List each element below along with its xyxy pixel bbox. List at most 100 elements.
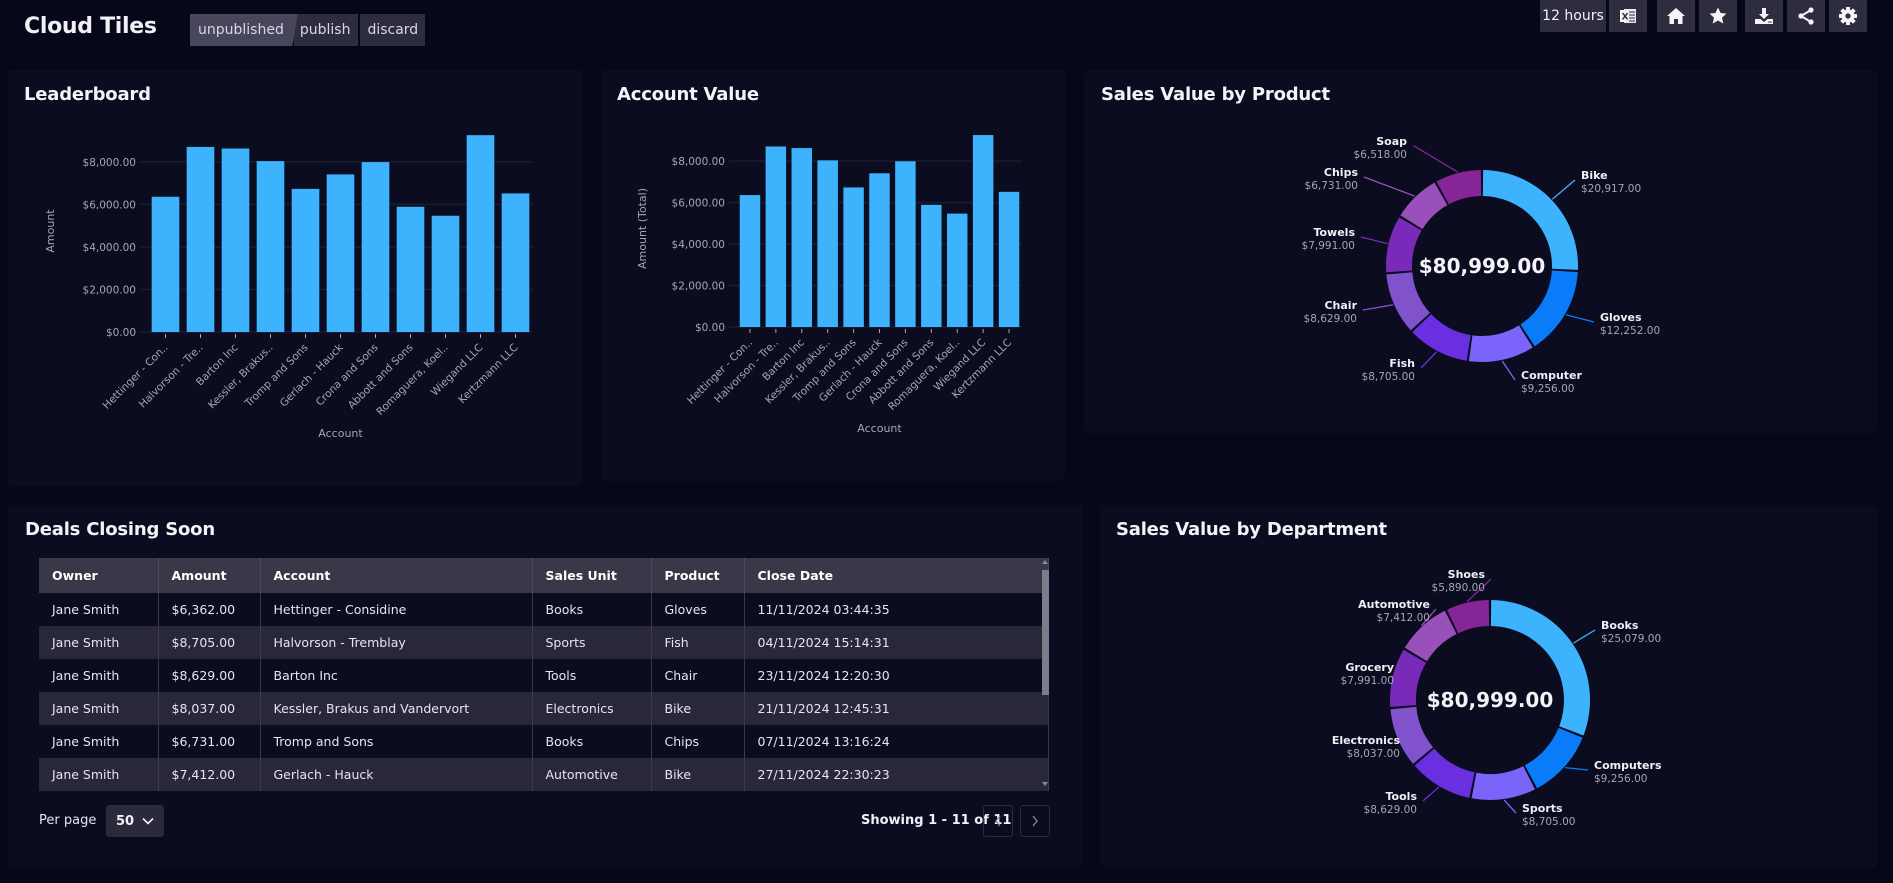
bar — [186, 146, 215, 332]
table-cell: Automotive — [532, 758, 652, 791]
slice-value: $8,037.00 — [1347, 748, 1400, 760]
time-range-button[interactable]: 12 hours — [1540, 0, 1606, 32]
table-cell: Jane Smith — [39, 692, 159, 725]
svg-text:X: X — [1622, 13, 1629, 23]
column-header[interactable]: Sales Unit — [532, 558, 652, 593]
sales-by-product-chart: Bike$20,917.00 Gloves$12,252.00 Computer$9… — [1302, 135, 1661, 395]
per-page-value: 50 — [116, 813, 135, 829]
table-cell: 27/11/2024 22:30:23 — [744, 758, 1049, 791]
table-cell: Sports — [532, 626, 652, 659]
table-cell: Barton Inc — [260, 659, 533, 692]
y-tick-label: $0.00 — [695, 322, 725, 334]
table-cell: Books — [532, 725, 652, 758]
leaderboard-chart: $0.00 $2,000.00 $4,000.00 $6,000.00 $8,000.0… — [44, 135, 533, 440]
bar — [221, 148, 250, 332]
y-tick-label: $8,000.00 — [672, 156, 725, 168]
leader-line — [1564, 766, 1589, 771]
excel-export-button[interactable]: X — [1609, 0, 1647, 32]
scrollbar-thumb[interactable] — [1042, 570, 1049, 695]
bar — [431, 215, 460, 332]
y-tick-label: $6,000.00 — [83, 199, 136, 211]
table-scrollbar[interactable] — [1041, 560, 1050, 788]
bar — [946, 213, 968, 327]
x-tick-label: Halvorson - Tre.. — [137, 342, 206, 411]
table-cell: 11/11/2024 03:44:35 — [744, 593, 1049, 626]
column-header[interactable]: Account — [260, 558, 533, 593]
table-row[interactable]: Jane Smith $7,412.00 Gerlach - Hauck Automo… — [39, 758, 1049, 791]
settings-button[interactable] — [1829, 0, 1867, 32]
discard-button[interactable]: discard — [360, 14, 426, 46]
slice-label: Grocery — [1345, 661, 1394, 674]
donut-slice — [1412, 314, 1471, 361]
slice-label: Books — [1601, 619, 1639, 632]
deals-table-container: Owner Amount Account Sales Unit Product Close… — [39, 558, 1049, 794]
slice-value: $8,705.00 — [1362, 371, 1415, 383]
column-header[interactable]: Close Date — [744, 558, 1049, 593]
previous-page-button[interactable] — [983, 805, 1013, 837]
table-cell: $8,037.00 — [158, 692, 261, 725]
publish-button[interactable]: publish — [293, 14, 359, 46]
table-row[interactable]: Jane Smith $8,629.00 Barton Inc Tools Chair 2… — [39, 659, 1049, 692]
table-cell: 07/11/2024 13:16:24 — [744, 725, 1049, 758]
home-button[interactable] — [1657, 0, 1695, 32]
slice-label: Towels — [1313, 226, 1355, 239]
leader-line — [1565, 314, 1595, 323]
slice-value: $6,731.00 — [1305, 180, 1358, 192]
table-cell: Chair — [651, 659, 745, 692]
slice-label: Shoes — [1448, 568, 1486, 581]
slice-value: $7,991.00 — [1302, 240, 1355, 252]
table-cell: 04/11/2024 15:14:31 — [744, 626, 1049, 659]
slice-value: $7,991.00 — [1341, 675, 1394, 687]
x-tick-label: Kertzmann LLC — [456, 342, 520, 406]
y-axis-label: Amount (Total) — [636, 188, 649, 269]
table-cell: Bike — [651, 758, 745, 791]
download-button[interactable] — [1745, 0, 1783, 32]
table-cell: Tromp and Sons — [260, 725, 533, 758]
slice-label: Fish — [1389, 357, 1415, 370]
column-header[interactable]: Amount — [158, 558, 261, 593]
donut-slice — [1390, 649, 1427, 707]
table-row[interactable]: Jane Smith $6,362.00 Hettinger - Considine… — [39, 593, 1049, 626]
table-cell: $6,362.00 — [158, 593, 261, 626]
slice-label: Sports — [1522, 802, 1563, 815]
y-tick-label: $8,000.00 — [83, 157, 136, 169]
column-header[interactable]: Owner — [39, 558, 159, 593]
table-cell: Jane Smith — [39, 626, 159, 659]
donut-slice — [1471, 766, 1535, 800]
favorite-button[interactable] — [1699, 0, 1737, 32]
bar — [765, 146, 787, 327]
y-tick-label: $2,000.00 — [672, 281, 725, 293]
y-tick-label: $0.00 — [106, 327, 136, 339]
column-header[interactable]: Product — [651, 558, 745, 593]
table-cell: $7,412.00 — [158, 758, 261, 791]
donut-center-total: $80,999.00 — [1419, 254, 1546, 278]
slice-value: $8,629.00 — [1364, 804, 1417, 816]
bar — [326, 174, 355, 332]
per-page-select[interactable]: 50 — [106, 805, 164, 837]
slice-value: $9,256.00 — [1594, 773, 1647, 785]
slice-label: Electronics — [1332, 734, 1401, 747]
table-row[interactable]: Jane Smith $6,731.00 Tromp and Sons Books Ch… — [39, 725, 1049, 758]
table-cell: Jane Smith — [39, 758, 159, 791]
bar — [895, 161, 916, 327]
leader-line — [1551, 179, 1576, 200]
table-row[interactable]: Jane Smith $8,705.00 Halvorson - Tremblay S… — [39, 626, 1049, 659]
scroll-down-icon[interactable] — [1042, 782, 1048, 786]
donut-center-total: $80,999.00 — [1427, 688, 1554, 712]
panel-title: Deals Closing Soon — [25, 519, 215, 540]
x-tick-label: Hettinger - Con.. — [101, 342, 171, 412]
table-row[interactable]: Jane Smith $8,037.00 Kessler, Brakus and V… — [39, 692, 1049, 725]
bar — [869, 173, 890, 327]
next-page-button[interactable] — [1020, 805, 1050, 837]
scroll-up-icon[interactable] — [1042, 560, 1048, 564]
bar — [361, 162, 390, 332]
slice-value: $8,629.00 — [1304, 313, 1357, 325]
table-cell: Hettinger - Considine — [260, 593, 533, 626]
share-icon — [1798, 7, 1814, 25]
table-cell: Books — [532, 593, 652, 626]
leaderboard-panel: Leaderboard $0.00 $2,000.00 $4,000.00 $6,00… — [8, 70, 583, 486]
slice-label: Automotive — [1358, 598, 1430, 611]
top-bar: Cloud Tiles unpublished publish discard … — [0, 0, 1893, 60]
slice-value: $5,890.00 — [1432, 582, 1485, 594]
share-button[interactable] — [1787, 0, 1825, 32]
